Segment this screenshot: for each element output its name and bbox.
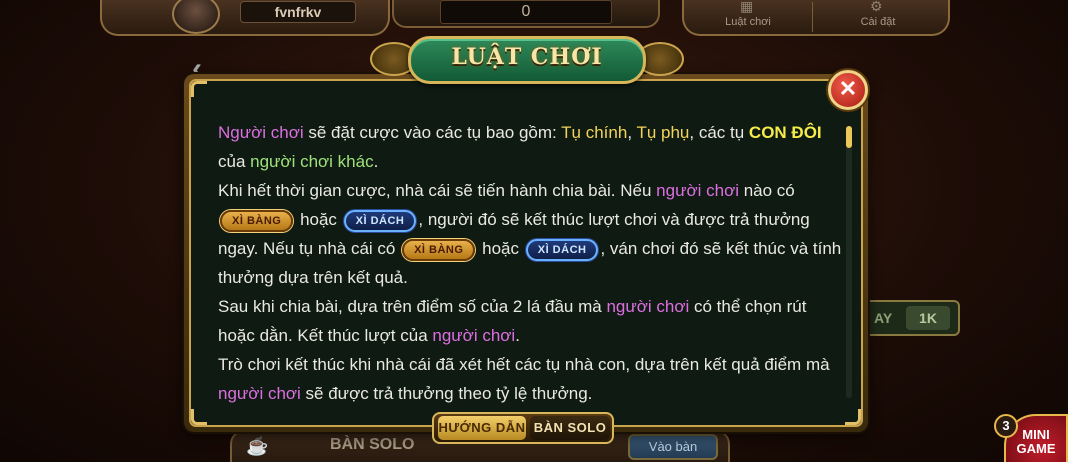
rules-text: của [218, 152, 251, 171]
dialog-title-banner: LUẬT CHƠI [370, 32, 684, 86]
bet-chip-value: 1K [906, 306, 950, 330]
rules-text: hoặc [477, 239, 524, 258]
rules-text: . [515, 326, 520, 345]
rules-text: , các tụ [689, 123, 749, 142]
settings-button-label: Cài đặt [860, 16, 896, 28]
xi-dach-badge: XÌ DÁCH [525, 238, 599, 261]
settings-button[interactable]: ⚙ Cài đặt [814, 0, 942, 34]
dialog-title: LUẬT CHƠI [451, 44, 603, 70]
username-label: fvnfrkv [240, 1, 356, 23]
player-term: người chơi [606, 297, 690, 316]
rules-paragraph-3: Sau khi chia bài, dựa trên điểm số của 2… [208, 292, 844, 350]
xi-dach-badge: XÌ DÁCH [343, 209, 417, 232]
solo-table-label: BÀN SOLO [330, 436, 415, 453]
rules-text: hoặc [295, 210, 342, 229]
mini-game-label-2: GAME [1016, 441, 1056, 456]
rules-paragraph-4: Trò chơi kết thúc khi nhà cái đã xét hết… [208, 350, 844, 408]
corner-ornament [191, 409, 207, 425]
scrollbar-thumb[interactable] [846, 126, 852, 148]
rules-icon: ▦ [740, 0, 754, 14]
bet-chip-prefix: AY [874, 310, 893, 326]
rules-button-label: Luật chơi [725, 16, 771, 28]
rules-text: nào có [739, 181, 795, 200]
cup-icon: ☕ [246, 436, 269, 456]
corner-ornament [191, 81, 207, 97]
top-divider [812, 2, 813, 32]
rules-text: Trò chơi kết thúc khi nhà cái đã xét hết… [218, 355, 830, 374]
xi-bang-badge: XÌ BÀNG [220, 209, 294, 232]
tab-guide[interactable]: HƯỚNG DẪN [438, 416, 526, 440]
rules-paragraph-1: Người chơi sẽ đặt cược vào các tụ bao gồ… [208, 118, 844, 176]
content-scrollbar[interactable] [846, 126, 852, 398]
side-decoration [862, 190, 932, 270]
main-pot-term: Tụ chính [561, 123, 628, 142]
tab-solo-table[interactable]: BÀN SOLO [530, 416, 610, 440]
corner-ornament [845, 409, 861, 425]
pair-pot-term: CON ĐÔI [748, 123, 822, 142]
rules-text: . [373, 152, 379, 171]
balance-value: 0 [440, 0, 612, 24]
mini-game-label-1: MINI [1022, 427, 1050, 442]
rules-button[interactable]: ▦ Luật chơi [684, 0, 812, 34]
join-table-button[interactable]: Vào bàn [628, 434, 718, 460]
player-term: người chơi [656, 181, 739, 200]
mini-game-badge: 3 [994, 414, 1018, 438]
player-term: người chơi [218, 384, 301, 403]
bet-chip[interactable]: AY 1K [862, 300, 960, 336]
rules-text: sẽ đặt cược vào các tụ bao gồm: [303, 123, 562, 142]
rules-content: Người chơi sẽ đặt cược vào các tụ bao gồ… [208, 118, 844, 410]
rules-text: sẽ được trả thưởng theo tỷ lệ thưởng. [300, 384, 593, 403]
gear-icon: ⚙ [870, 0, 883, 14]
close-icon: ✕ [838, 76, 858, 101]
close-button[interactable]: ✕ [828, 70, 868, 110]
player-term: Người chơi [218, 123, 304, 142]
side-pot-term: Tụ phụ [636, 123, 690, 142]
rules-text: Khi hết thời gian cược, nhà cái sẽ tiến … [218, 181, 657, 200]
xi-bang-badge: XÌ BÀNG [402, 238, 476, 261]
player-term: người chơi [432, 326, 516, 345]
other-player-term: người chơi khác [250, 152, 374, 171]
dialog-tabs: HƯỚNG DẪN BÀN SOLO [432, 412, 614, 444]
rules-text: Sau khi chia bài, dựa trên điểm số của 2… [218, 297, 607, 316]
rules-paragraph-2: Khi hết thời gian cược, nhà cái sẽ tiến … [208, 176, 844, 292]
